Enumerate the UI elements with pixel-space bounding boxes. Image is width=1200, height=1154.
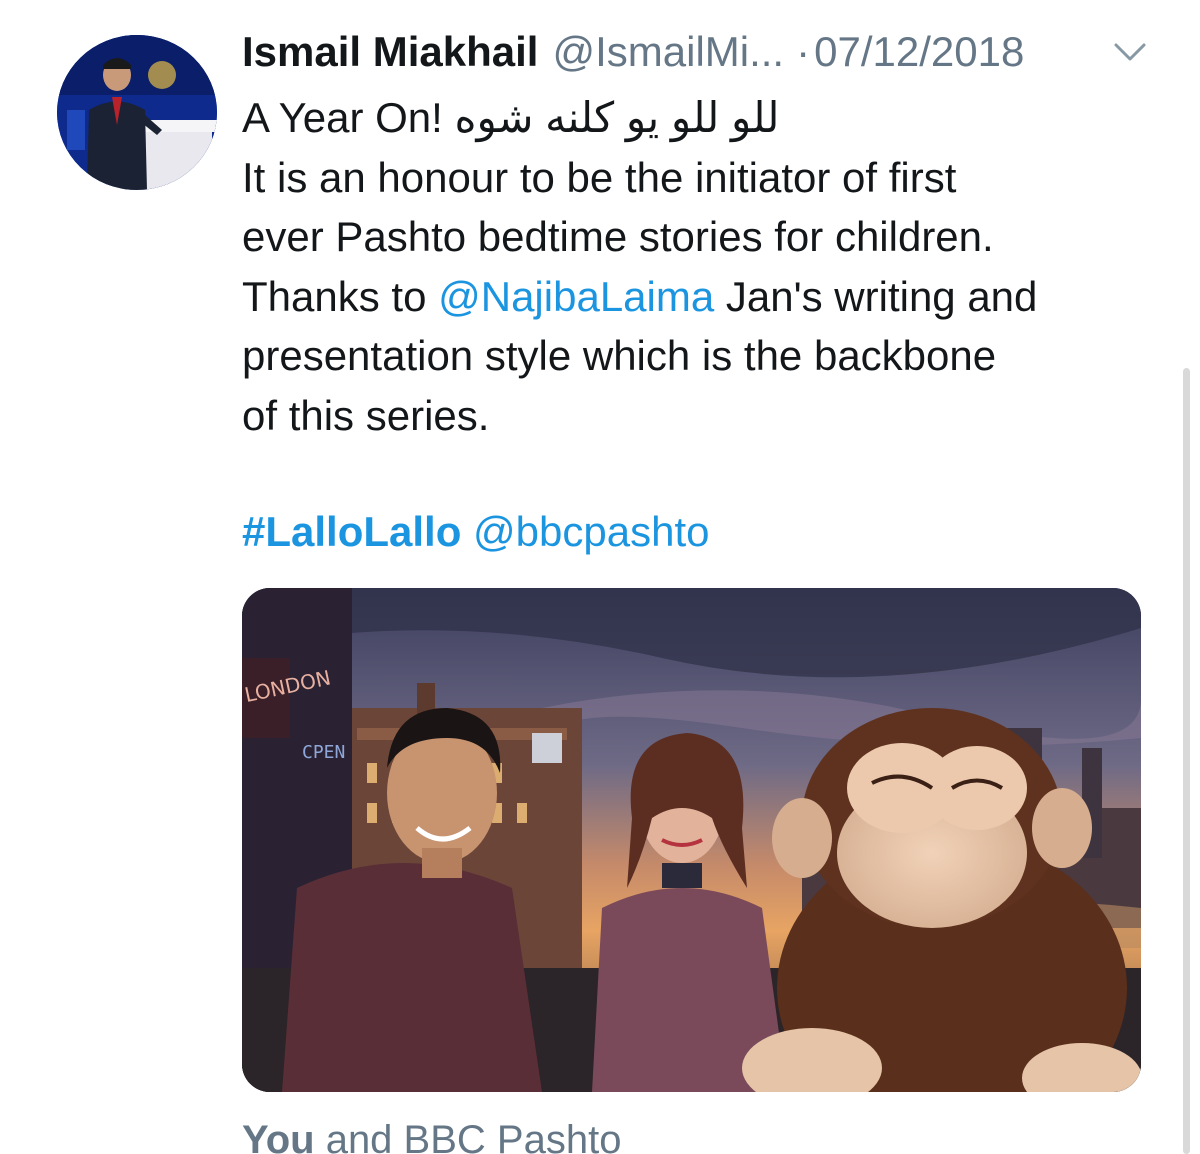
author-name[interactable]: Ismail Miakhail — [242, 28, 538, 76]
tweet-line-4-after: Jan's writing and — [714, 272, 1038, 320]
tweet-line-1: A Year On! للو للو یو کلنه شوه — [242, 88, 1162, 148]
mention-link[interactable]: @NajibaLaima — [438, 273, 714, 320]
tweet-line-5: presentation style which is the backbone — [242, 332, 997, 379]
separator: · — [796, 28, 811, 75]
tweet-line-3: ever Pashto bedtime stories for children… — [242, 213, 994, 260]
neon-sign-text-2: CPEN — [302, 742, 345, 763]
bbcpashto-mention-link[interactable]: @bbcpashto — [473, 508, 709, 555]
tweet-view: Ismail Miakhail @IsmailMi... · 07/12/201… — [0, 0, 1200, 1154]
tweet-line-1-pashto: للو للو یو کلنه شوه — [454, 94, 780, 141]
tweet-line-2: It is an honour to be the initiator of f… — [242, 153, 957, 201]
tweet-line-4-before: Thanks to — [242, 272, 439, 320]
tagged-you: You — [242, 1118, 315, 1154]
tweet-date[interactable]: 07/12/2018 — [814, 28, 1024, 76]
avatar[interactable] — [57, 35, 217, 190]
tagged-users[interactable]: You and BBC Pashto — [242, 1118, 621, 1154]
photo-image: LONDON CPEN — [242, 588, 1141, 1092]
chevron-down-icon[interactable] — [1112, 40, 1148, 64]
tweet-line-6: of this series. — [242, 391, 490, 439]
hashtag-line: #LalloLallo @bbcpashto — [242, 502, 710, 562]
tweet-line-1-prefix: A Year On! — [242, 94, 455, 141]
tweet-header: Ismail Miakhail @IsmailMi... · 07/12/201… — [242, 22, 1162, 82]
tagged-rest: and BBC Pashto — [314, 1118, 622, 1154]
tweet-text: A Year On! للو للو یو کلنه شوه It is an … — [242, 88, 1162, 445]
author-handle[interactable]: @IsmailMi... — [552, 28, 784, 76]
scrollbar[interactable] — [1183, 368, 1190, 1154]
avatar-image — [57, 35, 217, 190]
tweet-line-4: Thanks to @NajibaLaima Jan's writing and — [242, 267, 1162, 327]
tweet-photo[interactable]: LONDON CPEN — [242, 588, 1141, 1092]
hashtag-link[interactable]: #LalloLallo — [242, 508, 461, 555]
